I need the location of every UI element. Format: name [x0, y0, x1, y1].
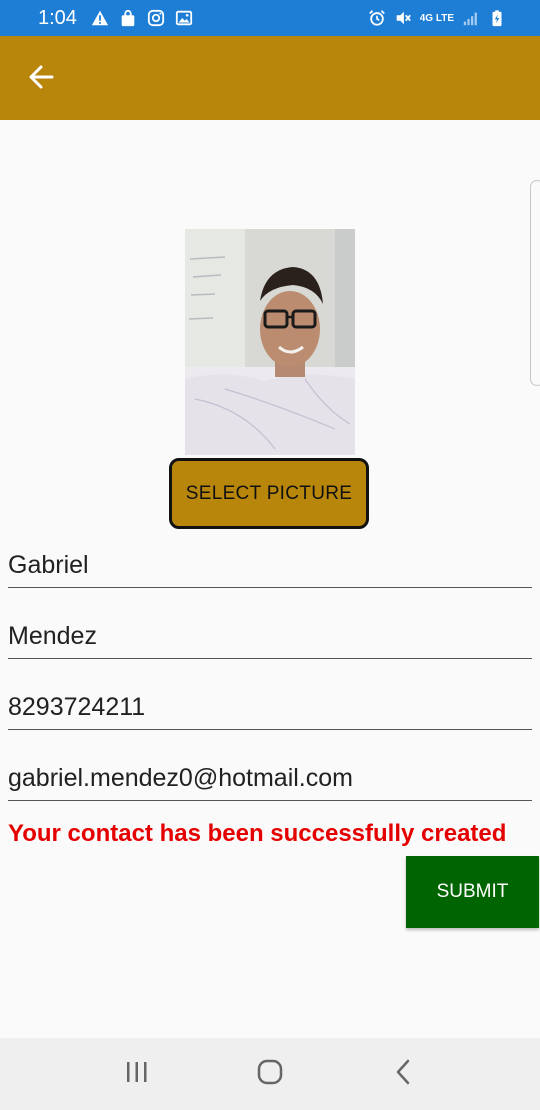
battery-charging-icon	[488, 9, 506, 27]
phone-field[interactable]	[8, 680, 532, 729]
success-message: Your contact has been successfully creat…	[8, 820, 507, 847]
recent-apps-button[interactable]	[112, 1049, 162, 1099]
submit-label: SUBMIT	[436, 881, 509, 902]
submit-button[interactable]: SUBMIT	[406, 856, 539, 928]
warning-icon	[91, 9, 109, 27]
recent-apps-icon	[124, 1060, 150, 1089]
status-bar-left: 1:04	[38, 7, 193, 30]
first-name-field[interactable]	[8, 538, 532, 587]
status-bar: 1:04 4G LTE	[0, 0, 540, 36]
home-icon	[256, 1058, 284, 1091]
first-name-field-container	[8, 538, 532, 588]
app-bar	[0, 36, 540, 120]
mute-icon	[394, 9, 412, 27]
email-field-container	[8, 751, 532, 801]
network-type-icon: 4G LTE	[419, 12, 454, 24]
system-nav-bar	[0, 1038, 540, 1110]
image-icon	[175, 9, 193, 27]
last-name-field-container	[8, 609, 532, 659]
alarm-icon	[368, 9, 386, 27]
chevron-left-icon	[391, 1058, 415, 1091]
arrow-left-icon	[27, 63, 55, 96]
phone-field-container	[8, 680, 532, 730]
instagram-icon	[147, 9, 165, 27]
shopping-bag-icon	[119, 9, 137, 27]
back-button[interactable]	[22, 60, 60, 98]
email-field[interactable]	[8, 751, 532, 800]
last-name-field[interactable]	[8, 609, 532, 658]
contact-photo	[185, 229, 355, 455]
system-back-button[interactable]	[378, 1049, 428, 1099]
status-time: 1:04	[38, 6, 77, 29]
side-panel-handle[interactable]	[530, 180, 540, 386]
select-picture-button[interactable]: SELECT PICTURE	[169, 458, 369, 529]
select-picture-label: SELECT PICTURE	[185, 482, 353, 504]
signal-icon	[462, 9, 480, 27]
status-bar-right: 4G LTE	[368, 9, 506, 27]
home-button[interactable]	[245, 1049, 295, 1099]
